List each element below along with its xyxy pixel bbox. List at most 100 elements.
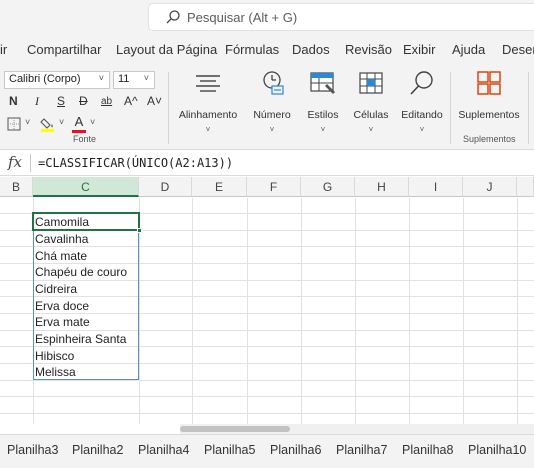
cell-c8[interactable]: Erva mate xyxy=(35,315,90,329)
sheet-tab-planilha6[interactable]: Planilha6 xyxy=(270,443,321,457)
number-format-icon xyxy=(263,71,284,95)
alinhamento-button[interactable]: Alinhamento ˅ xyxy=(178,70,238,134)
grid-line xyxy=(517,198,518,424)
suplementos-button[interactable]: Suplementos xyxy=(456,70,522,121)
fill-color-icon[interactable] xyxy=(40,116,56,132)
cell-c4[interactable]: Chá mate xyxy=(35,249,87,263)
font-color-icon[interactable]: A xyxy=(72,113,86,133)
chevron-down-icon[interactable]: ˅ xyxy=(25,117,30,127)
ribbon: Calibri (Corpo) ˅ 11 ˅ N I S D ab A^ A˅ … xyxy=(0,66,534,150)
cell-c5[interactable]: Chapéu de couro xyxy=(35,265,127,279)
subscript-button[interactable]: ab xyxy=(101,96,112,107)
tab-formulas[interactable]: Fórmulas xyxy=(225,42,279,57)
add-ins-icon xyxy=(477,71,501,95)
tab-layout-da-pagina[interactable]: Layout da Página xyxy=(116,42,217,57)
tab-ajuda[interactable]: Ajuda xyxy=(452,42,485,57)
column-header-d[interactable]: D xyxy=(139,177,192,197)
chevron-down-icon[interactable]: ˅ xyxy=(59,117,64,127)
active-cell-selection[interactable] xyxy=(32,212,142,233)
celulas-button[interactable]: Células ˅ xyxy=(352,70,390,134)
chevron-down-icon: ˅ xyxy=(98,73,104,83)
sheet-tab-planilha8[interactable]: Planilha8 xyxy=(402,443,453,457)
editando-button[interactable]: Editando ˅ xyxy=(400,70,444,134)
chevron-down-icon: ˅ xyxy=(269,125,275,134)
grid-line xyxy=(0,413,534,414)
grid-line xyxy=(301,198,302,424)
sheet-tab-planilha3[interactable]: Planilha3 xyxy=(7,443,58,457)
shrink-font-button[interactable]: A˅ xyxy=(147,94,162,108)
grid-line xyxy=(355,198,356,424)
estilos-button[interactable]: Estilos ˅ xyxy=(304,70,342,134)
column-header-f[interactable]: F xyxy=(247,177,301,197)
formula-separator xyxy=(30,154,31,172)
column-header-c[interactable]: C xyxy=(33,177,139,197)
title-bar: Pesquisar (Alt + G) xyxy=(0,0,534,34)
cell-c10[interactable]: Hibisco xyxy=(35,349,74,363)
bold-button[interactable]: N xyxy=(9,94,18,108)
sheet-tab-planilha10[interactable]: Planilha10 xyxy=(468,443,526,457)
numero-button[interactable]: Número ˅ xyxy=(250,70,294,134)
cells-icon xyxy=(359,72,383,94)
font-size-value: 11 xyxy=(118,73,130,85)
ribbon-separator xyxy=(168,72,169,144)
grow-font-button[interactable]: A^ xyxy=(124,94,138,108)
sheet-tab-bar: Planilha3 Planilha2 Planilha4 Planilha5 … xyxy=(0,434,534,468)
borders-icon[interactable] xyxy=(7,117,21,131)
strikethrough-button[interactable]: D xyxy=(79,94,88,108)
column-header-k[interactable] xyxy=(517,177,534,197)
tab-exibir[interactable]: Exibir xyxy=(403,42,436,57)
grid-line xyxy=(192,198,193,424)
chevron-down-icon: ˅ xyxy=(368,125,374,134)
scrollbar-thumb[interactable] xyxy=(180,426,290,432)
cell-c3[interactable]: Cavalinha xyxy=(35,232,88,246)
suplementos-label: Suplementos xyxy=(458,109,520,121)
numero-label: Número xyxy=(253,109,291,121)
fill-handle[interactable] xyxy=(137,228,142,233)
menu-bar: ir Compartilhar Layout da Página Fórmula… xyxy=(0,34,534,66)
italic-button[interactable]: I xyxy=(35,94,39,109)
ribbon-separator xyxy=(450,72,451,144)
sheet-tab-planilha7[interactable]: Planilha7 xyxy=(336,443,387,457)
column-header-h[interactable]: H xyxy=(355,177,409,197)
cell-c9[interactable]: Espinheira Santa xyxy=(35,332,126,346)
column-header-b[interactable]: B xyxy=(0,177,33,197)
tab-compartilhar[interactable]: Compartilhar xyxy=(27,42,101,57)
align-icon xyxy=(196,75,220,92)
grid-line xyxy=(0,380,534,381)
fx-icon[interactable]: fx xyxy=(8,153,22,171)
chevron-down-icon: ˅ xyxy=(205,125,211,134)
column-header-j[interactable]: J xyxy=(463,177,517,197)
styles-icon xyxy=(310,72,335,94)
tab-arquivo[interactable]: ir xyxy=(0,42,7,57)
cell-c11[interactable]: Melissa xyxy=(35,365,76,379)
tab-desenhar[interactable]: Desen xyxy=(502,42,534,57)
column-header-e[interactable]: E xyxy=(192,177,247,197)
cell-c6[interactable]: Cidreira xyxy=(35,282,77,296)
font-group-label: Fonte xyxy=(73,134,97,144)
chevron-down-icon: ˅ xyxy=(320,125,326,134)
search-box[interactable]: Pesquisar (Alt + G) xyxy=(148,3,534,31)
suplementos-group-label: Suplementos xyxy=(463,134,516,144)
font-name-value: Calibri (Corpo) xyxy=(9,73,81,85)
cell-c7[interactable]: Erva doce xyxy=(35,299,89,313)
formula-bar: fx =CLASSIFICAR(ÚNICO(A2:A13)) xyxy=(0,150,534,176)
celulas-label: Células xyxy=(353,109,389,121)
alinhamento-label: Alinhamento xyxy=(178,109,238,121)
horizontal-scrollbar[interactable] xyxy=(180,424,534,434)
sheet-tab-planilha4[interactable]: Planilha4 xyxy=(138,443,189,457)
sheet-tab-planilha5[interactable]: Planilha5 xyxy=(204,443,255,457)
grid-line xyxy=(247,198,248,424)
underline-button[interactable]: S xyxy=(57,94,65,108)
chevron-down-icon[interactable]: ˅ xyxy=(90,117,95,127)
search-icon xyxy=(166,10,180,24)
estilos-label: Estilos xyxy=(307,109,339,121)
tab-revisao[interactable]: Revisão xyxy=(345,42,392,57)
tab-dados[interactable]: Dados xyxy=(292,42,330,57)
column-header-g[interactable]: G xyxy=(301,177,355,197)
worksheet-grid[interactable]: Camomila Cavalinha Chá mate Chapéu de co… xyxy=(0,198,534,424)
sheet-tab-planilha2[interactable]: Planilha2 xyxy=(72,443,123,457)
column-header-i[interactable]: I xyxy=(409,177,463,197)
formula-input[interactable]: =CLASSIFICAR(ÚNICO(A2:A13)) xyxy=(38,156,233,170)
font-name-select[interactable]: Calibri (Corpo) ˅ xyxy=(4,71,110,89)
font-size-select[interactable]: 11 ˅ xyxy=(113,71,155,89)
